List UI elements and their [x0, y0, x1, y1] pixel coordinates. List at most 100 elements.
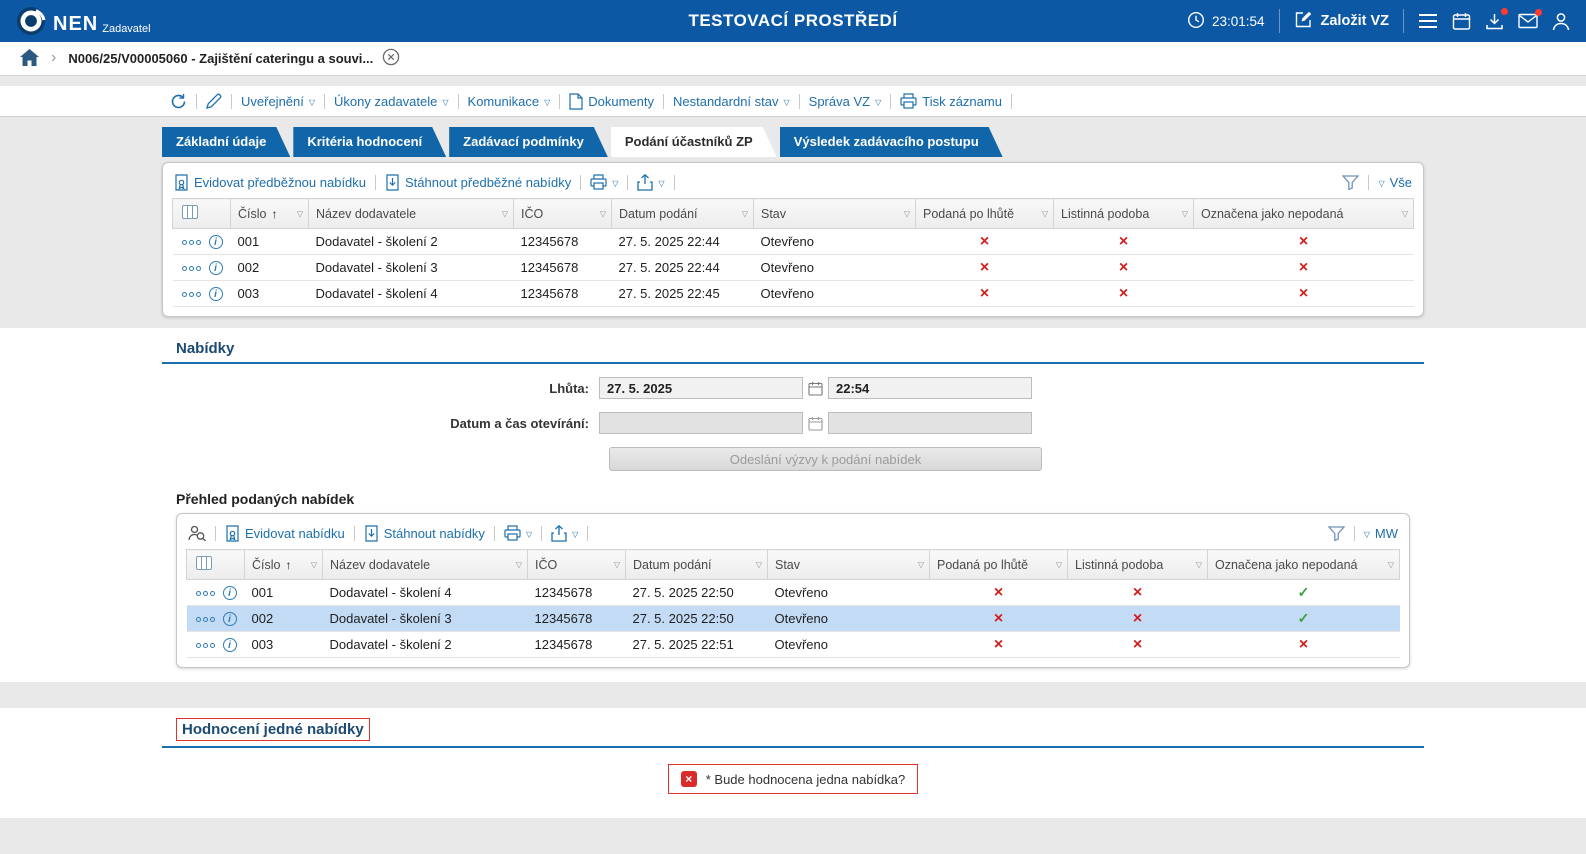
tab-podani-ucastniku-zp[interactable]: Podání účastníků ZP [611, 127, 777, 157]
sort-asc-icon[interactable]: ↑ [285, 558, 291, 572]
row-menu-icon[interactable] [196, 643, 215, 648]
filter-dropdown-icon[interactable]: ▽ [1042, 209, 1048, 218]
column-chooser-icon[interactable] [196, 556, 212, 570]
print-grid-button[interactable]: ▽ [590, 174, 618, 190]
info-icon[interactable]: i [223, 612, 237, 626]
column-header[interactable]: Stav▽ [768, 550, 930, 580]
filter-funnel-icon[interactable] [1328, 526, 1345, 541]
column-chooser-cell[interactable] [173, 199, 231, 229]
filter-dropdown-icon[interactable]: ▽ [1182, 209, 1188, 218]
otevirani-date-input[interactable] [599, 412, 803, 434]
tab-zadavaci-podminky[interactable]: Zadávací podmínky [449, 127, 608, 157]
info-icon[interactable]: i [223, 638, 237, 652]
row-menu-icon[interactable] [182, 266, 201, 271]
downloads-icon[interactable] [1485, 12, 1504, 31]
menu-komunikace[interactable]: Komunikace▽ [468, 94, 551, 109]
export-grid-button[interactable]: ▽ [551, 525, 578, 542]
row-menu-icon[interactable] [196, 591, 215, 596]
print-grid-button[interactable]: ▽ [504, 525, 532, 541]
filter-dropdown-icon[interactable]: ▽ [502, 209, 508, 218]
breadcrumb-record[interactable]: N006/25/V00005060 - Zajištění cateringu … [68, 48, 400, 69]
create-vz-button[interactable]: Založit VZ [1294, 10, 1389, 33]
table-row[interactable]: i002Dodavatel - školení 31234567827. 5. … [187, 606, 1400, 632]
filter-dropdown-icon[interactable]: ▽ [1388, 560, 1394, 569]
evidovat-nabidku-button[interactable]: Evidovat nabídku [225, 525, 345, 542]
menu-tisk-zaznamu[interactable]: Tisk záznamu [900, 93, 1002, 109]
column-header[interactable]: Číslo↑▽ [231, 199, 309, 229]
menu-nestandardni-stav[interactable]: Nestandardní stav▽ [673, 94, 790, 109]
tab-kriteria-hodnoceni[interactable]: Kritéria hodnocení [293, 127, 446, 157]
nen-logo[interactable]: NEN Zadavatel [16, 6, 151, 36]
calendar-icon[interactable] [1452, 12, 1471, 31]
stahnout-nabidky-button[interactable]: Stáhnout nabídky [364, 525, 485, 542]
calendar-picker-icon[interactable] [808, 381, 823, 396]
column-header[interactable]: Označena jako nepodaná▽ [1194, 199, 1414, 229]
column-header[interactable]: Název dodavatele▽ [309, 199, 514, 229]
filter-dropdown-icon[interactable]: ▽ [756, 560, 762, 569]
export-grid-button[interactable]: ▽ [637, 174, 664, 191]
column-header[interactable]: Podaná po lhůtě▽ [916, 199, 1054, 229]
table-row[interactable]: i002Dodavatel - školení 31234567827. 5. … [173, 255, 1414, 281]
menu-sprava-vz[interactable]: Správa VZ▽ [809, 94, 882, 109]
column-header[interactable]: IČO▽ [528, 550, 626, 580]
lhuta-date-input[interactable] [599, 377, 803, 399]
history-icon[interactable] [170, 93, 187, 110]
table-row[interactable]: i003Dodavatel - školení 41234567827. 5. … [173, 281, 1414, 307]
close-record-icon[interactable] [382, 48, 400, 69]
filter-dropdown-icon[interactable]: ▽ [614, 560, 620, 569]
info-icon[interactable]: i [209, 261, 223, 275]
tab-zakladni-udaje[interactable]: Základní údaje [162, 127, 290, 157]
menu-icon[interactable] [1418, 13, 1438, 29]
column-header[interactable]: Listinná podoba▽ [1054, 199, 1194, 229]
column-header[interactable]: Datum podání▽ [626, 550, 768, 580]
edit-icon[interactable] [206, 93, 222, 109]
row-menu-icon[interactable] [196, 617, 215, 622]
calendar-picker-icon[interactable] [808, 416, 823, 431]
menu-uverejneni[interactable]: Uveřejnění▽ [241, 94, 315, 109]
menu-ukony-zadavatele[interactable]: Úkony zadavatele▽ [334, 94, 449, 109]
filter-dropdown-icon[interactable]: ▽ [742, 209, 748, 218]
info-icon[interactable]: i [223, 586, 237, 600]
lhuta-time-input[interactable] [828, 377, 1032, 399]
column-chooser-cell[interactable] [187, 550, 245, 580]
table-row[interactable]: i003Dodavatel - školení 21234567827. 5. … [187, 632, 1400, 658]
otevirani-time-input[interactable] [828, 412, 1032, 434]
column-chooser-icon[interactable] [182, 205, 198, 219]
filter-dropdown-icon[interactable]: ▽ [516, 560, 522, 569]
filter-dropdown-icon[interactable]: ▽ [918, 560, 924, 569]
column-header[interactable]: Stav▽ [754, 199, 916, 229]
filter-funnel-icon[interactable] [1342, 175, 1359, 190]
column-header[interactable]: Datum podání▽ [612, 199, 754, 229]
filter-dropdown-icon[interactable]: ▽ [311, 560, 317, 569]
filter-dropdown-icon[interactable]: ▽ [1056, 560, 1062, 569]
evidovat-predbeznou-nabidku-button[interactable]: Evidovat předběžnou nabídku [174, 174, 366, 191]
view-selector-mw[interactable]: ▽ MW [1364, 526, 1398, 541]
row-menu-icon[interactable] [182, 240, 201, 245]
user-icon[interactable] [1552, 12, 1570, 31]
view-selector-vse[interactable]: ▽ Vše [1378, 175, 1412, 190]
row-menu-icon[interactable] [182, 292, 201, 297]
home-icon[interactable] [20, 49, 39, 69]
filter-dropdown-icon[interactable]: ▽ [904, 209, 910, 218]
column-header[interactable]: Označena jako nepodaná▽ [1208, 550, 1400, 580]
column-header[interactable]: IČO▽ [514, 199, 612, 229]
filter-dropdown-icon[interactable]: ▽ [1196, 560, 1202, 569]
column-header[interactable]: Listinná podoba▽ [1068, 550, 1208, 580]
filter-dropdown-icon[interactable]: ▽ [600, 209, 606, 218]
table-row[interactable]: i001Dodavatel - školení 41234567827. 5. … [187, 580, 1400, 606]
info-icon[interactable]: i [209, 287, 223, 301]
tab-vysledek-postupu[interactable]: Výsledek zadávacího postupu [780, 127, 1003, 157]
column-header[interactable]: Číslo↑▽ [245, 550, 323, 580]
table-row[interactable]: i001Dodavatel - školení 21234567827. 5. … [173, 229, 1414, 255]
sort-asc-icon[interactable]: ↑ [271, 207, 277, 221]
messages-icon[interactable] [1518, 13, 1538, 29]
filter-dropdown-icon[interactable]: ▽ [297, 209, 303, 218]
filter-dropdown-icon[interactable]: ▽ [1402, 209, 1408, 218]
odeslani-vyzvy-button[interactable]: Odeslání výzvy k podání nabídek [609, 447, 1042, 471]
participant-search-icon[interactable] [188, 525, 206, 542]
menu-dokumenty[interactable]: Dokumenty [569, 93, 654, 110]
stahnout-predbezne-nabidky-button[interactable]: Stáhnout předběžné nabídky [385, 174, 571, 191]
column-header[interactable]: Podaná po lhůtě▽ [930, 550, 1068, 580]
column-header[interactable]: Název dodavatele▽ [323, 550, 528, 580]
info-icon[interactable]: i [209, 235, 223, 249]
